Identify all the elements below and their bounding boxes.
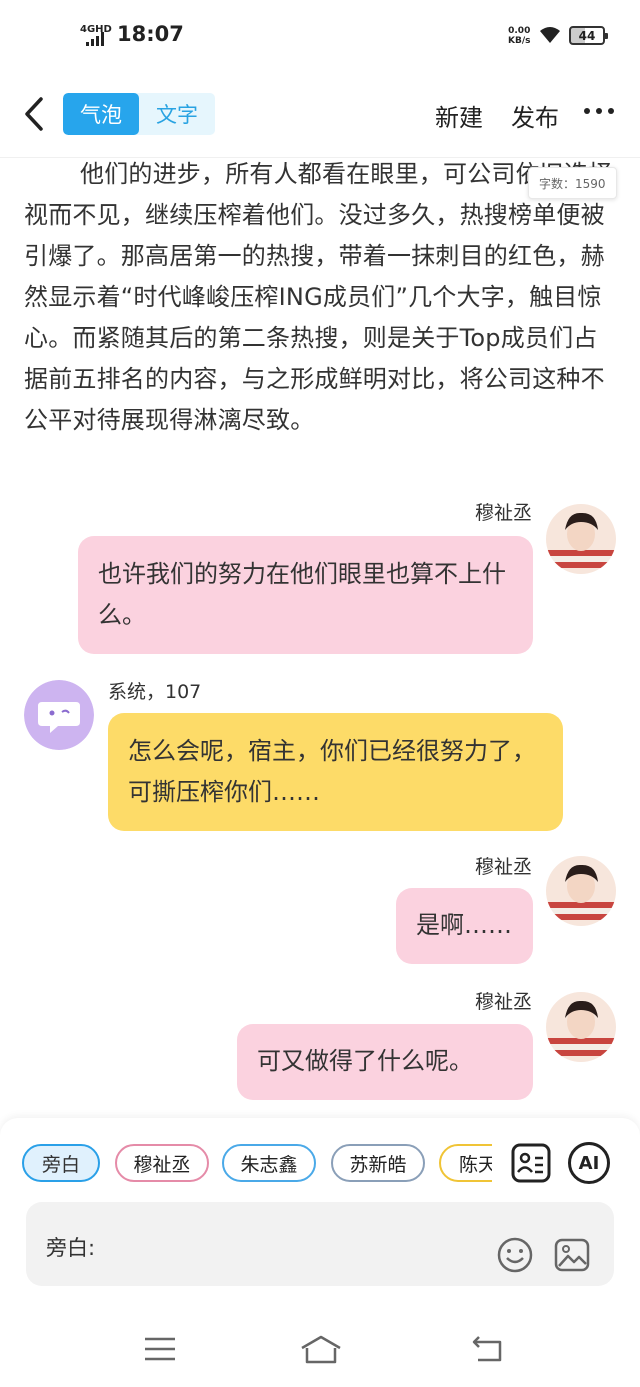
speed-unit: KB/s — [508, 36, 531, 46]
image-button[interactable] — [553, 1236, 591, 1274]
mode-text-tab[interactable]: 文字 — [139, 93, 215, 135]
role-manager-button[interactable] — [510, 1142, 552, 1184]
role-chip[interactable]: 朱志鑫 — [222, 1144, 316, 1182]
new-button[interactable]: 新建 — [435, 98, 483, 133]
publish-button[interactable]: 发布 — [511, 98, 559, 133]
chat-bubble-face-icon — [24, 680, 94, 750]
role-chip[interactable]: 穆祉丞 — [115, 1144, 209, 1182]
contact-card-icon — [511, 1143, 551, 1183]
status-bar: 4GHD 18:07 0.00 KB/s 44 — [0, 0, 640, 70]
avatar[interactable] — [546, 504, 616, 574]
narration-paragraph[interactable]: 他们的进步，所有人都看在眼里，可公司依旧选择视而不见，继续压榨着他们。没过多久，… — [24, 154, 614, 441]
battery-indicator: 44 — [569, 26, 608, 45]
back-nav-button[interactable] — [470, 1334, 510, 1366]
more-dot — [584, 108, 590, 114]
signal-icon — [86, 32, 104, 46]
chevron-left-icon — [25, 97, 43, 131]
input-role-label: 旁白: — [46, 1236, 96, 1260]
system-avatar[interactable] — [24, 680, 94, 750]
return-icon — [472, 1336, 502, 1362]
message-bubble[interactable]: 怎么会呢，宿主，你们已经很努力了，可撕压榨你们…… — [108, 713, 563, 831]
role-chip[interactable]: 陈天 — [439, 1144, 492, 1182]
more-dot — [596, 108, 602, 114]
character-avatar-image — [546, 992, 616, 1062]
message-bubble[interactable]: 也许我们的努力在他们眼里也算不上什么。 — [78, 536, 533, 654]
input-box: 旁白: — [26, 1202, 614, 1286]
composer-panel: 旁白 穆祉丞 朱志鑫 苏新皓 陈天 AI 旁白: — [0, 1118, 640, 1312]
system-nav-bar — [0, 1312, 640, 1387]
sender-name: 穆祉丞 — [474, 502, 532, 524]
message-bubble[interactable]: 可又做得了什么呢。 — [237, 1024, 533, 1100]
avatar[interactable] — [546, 856, 616, 926]
sender-name: 系统，107 — [108, 681, 202, 703]
message-input[interactable] — [108, 1222, 478, 1266]
home-icon — [301, 1335, 341, 1364]
message-bubble[interactable]: 是啊…… — [396, 888, 533, 964]
home-button[interactable] — [298, 1334, 344, 1366]
editor-header: 气泡 文字 新建 发布 — [0, 80, 640, 158]
sender-name: 穆祉丞 — [474, 856, 532, 878]
image-icon — [554, 1238, 590, 1272]
mode-bubble-tab[interactable]: 气泡 — [63, 93, 139, 135]
menu-icon — [145, 1337, 175, 1361]
role-chip[interactable]: 苏新皓 — [331, 1144, 425, 1182]
menu-button[interactable] — [142, 1334, 182, 1366]
smiley-icon — [497, 1237, 533, 1273]
more-dot — [608, 108, 614, 114]
mode-toggle: 气泡 文字 — [63, 93, 215, 135]
emoji-button[interactable] — [496, 1236, 534, 1274]
avatar[interactable] — [546, 992, 616, 1062]
character-avatar-image — [546, 856, 616, 926]
role-selector: 旁白 穆祉丞 朱志鑫 苏新皓 陈天 — [22, 1144, 492, 1184]
role-chip-narrator[interactable]: 旁白 — [22, 1144, 100, 1182]
back-button[interactable] — [16, 94, 52, 134]
clock: 18:07 — [117, 22, 184, 46]
more-options-button[interactable] — [584, 108, 614, 118]
network-speed: 0.00 KB/s — [508, 26, 530, 46]
ai-button[interactable]: AI — [568, 1142, 610, 1184]
speed-value: 0.00 — [508, 26, 531, 36]
wifi-icon — [540, 27, 560, 43]
sender-name: 穆祉丞 — [474, 991, 532, 1013]
word-count-badge: 字数：1590 — [528, 167, 617, 199]
character-avatar-image — [546, 504, 616, 574]
